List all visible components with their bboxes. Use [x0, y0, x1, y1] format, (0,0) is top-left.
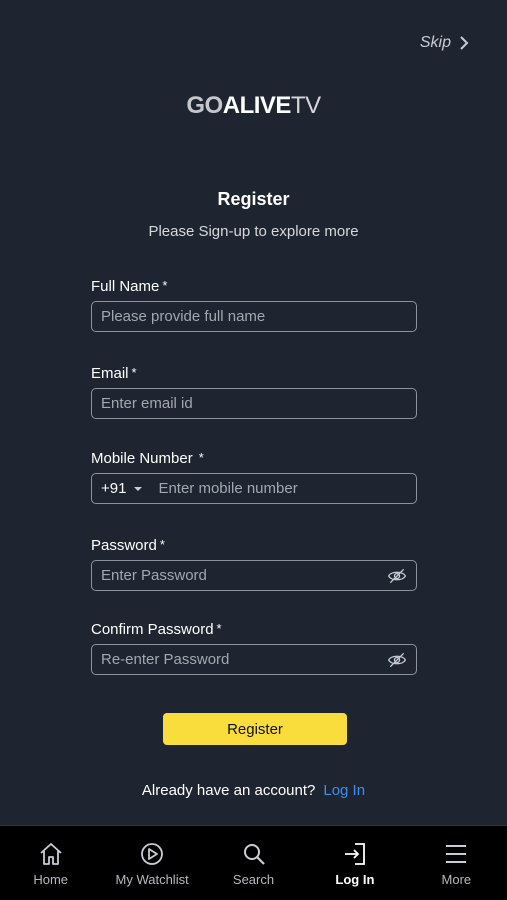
password-input[interactable] — [101, 567, 387, 584]
required-mark: * — [216, 621, 222, 636]
country-code-value: +91 — [101, 480, 127, 497]
skip-label: Skip — [419, 34, 451, 51]
register-button[interactable]: Register — [163, 713, 347, 745]
mobile-input[interactable] — [158, 480, 407, 497]
page-subtitle: Please Sign-up to explore more — [148, 223, 359, 240]
caret-down-icon — [134, 486, 143, 491]
eye-off-icon[interactable] — [387, 650, 407, 670]
required-mark: * — [131, 365, 137, 380]
nav-label: Home — [33, 872, 69, 887]
page-title: Register — [217, 189, 290, 209]
bottom-nav: Home My Watchlist Search Log In More — [0, 825, 507, 900]
mobile-field: Mobile Number * +91 — [91, 450, 417, 504]
nav-item-login[interactable]: Log In — [304, 826, 405, 900]
nav-label: Search — [232, 872, 275, 887]
email-field: Email * — [91, 365, 417, 419]
email-label: Email — [91, 365, 129, 382]
required-mark: * — [198, 450, 204, 465]
nav-item-home[interactable]: Home — [0, 826, 101, 900]
password-label: Password — [91, 537, 157, 554]
required-mark: * — [159, 537, 165, 552]
play-circle-icon — [141, 843, 164, 865]
full-name-field: Full Name * — [91, 278, 417, 332]
nav-label: Log In — [335, 872, 375, 887]
password-field: Password * — [91, 537, 417, 591]
search-icon — [243, 844, 265, 865]
menu-icon — [446, 845, 467, 863]
home-icon — [40, 843, 62, 865]
eye-off-icon[interactable] — [387, 566, 407, 586]
login-prompt: Already have an account? Log In — [0, 782, 507, 799]
app-logo: GOALIVETV — [186, 92, 321, 119]
nav-item-more[interactable]: More — [406, 826, 507, 900]
nav-label: My Watchlist — [115, 872, 189, 887]
email-input[interactable] — [101, 395, 407, 412]
confirm-password-field: Confirm Password * — [91, 621, 417, 675]
nav-label: More — [441, 872, 472, 887]
confirm-password-label: Confirm Password — [91, 621, 214, 638]
skip-button[interactable]: Skip — [420, 34, 469, 52]
login-icon — [344, 843, 365, 865]
mobile-label: Mobile Number — [91, 450, 193, 467]
full-name-input[interactable] — [101, 308, 407, 325]
chevron-right-icon — [460, 36, 469, 50]
login-link[interactable]: Log In — [323, 782, 365, 799]
required-mark: * — [162, 278, 168, 293]
nav-item-watchlist[interactable]: My Watchlist — [101, 826, 202, 900]
full-name-label: Full Name — [91, 278, 160, 295]
already-text: Already have an account? — [141, 782, 316, 799]
country-code-select[interactable]: +91 — [101, 480, 143, 497]
nav-item-search[interactable]: Search — [203, 826, 304, 900]
confirm-password-input[interactable] — [101, 651, 387, 668]
